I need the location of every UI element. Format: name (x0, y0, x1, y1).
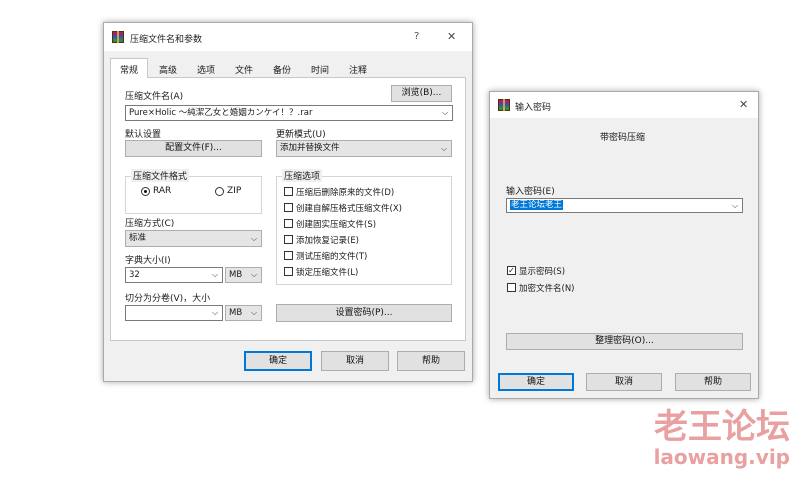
encrypt-filenames-checkbox[interactable] (507, 283, 516, 292)
tab-comment[interactable]: 注释 (340, 61, 376, 76)
chevron-down-icon: ⌵ (730, 199, 740, 212)
winrar-icon (112, 31, 124, 43)
chevron-down-icon: ⌵ (250, 308, 258, 317)
chevron-down-icon: ⌵ (440, 144, 448, 153)
rar-radio[interactable] (141, 187, 150, 196)
watermark-title: 老王论坛 (654, 407, 790, 447)
update-mode-label: 更新模式(U) (276, 130, 326, 140)
tab-strip: 常规 高级 选项 文件 备份 时间 注释 (110, 58, 466, 78)
dialog-title: 压缩文件名和参数 (130, 35, 203, 45)
organize-passwords-button[interactable]: 整理密码(O)... (506, 333, 743, 350)
archive-options-title: 压缩选项 (282, 169, 323, 182)
split-unit-value: MB (229, 308, 243, 318)
archive-format-title: 压缩文件格式 (131, 169, 190, 182)
password-combo[interactable]: 老王论坛老王 ⌵ (506, 198, 743, 213)
recovery-record-checkbox[interactable] (284, 235, 293, 244)
lock-archive-label: 锁定压缩文件(L) (296, 268, 359, 278)
password-label: 输入密码(E) (506, 187, 555, 197)
help-button[interactable]: 帮助 (675, 373, 751, 391)
archive-name-combo[interactable]: Pure×Holic ～純潔乙女と婚姻カンケイ！？.rar ⌵ (125, 105, 453, 121)
dictionary-size-label: 字典大小(I) (125, 256, 171, 266)
chevron-down-icon: ⌵ (250, 270, 258, 279)
zip-radio[interactable] (215, 187, 224, 196)
chevron-down-icon: ⌵ (211, 270, 219, 279)
default-settings-label: 默认设置 (125, 130, 162, 140)
tab-general[interactable]: 常规 (110, 58, 148, 78)
watermark: 老王论坛 laowang.vip (640, 408, 790, 468)
encrypt-filenames-label: 加密文件名(N) (519, 284, 575, 294)
split-unit-select[interactable]: MB ⌵ (225, 305, 262, 321)
delete-after-label: 压缩后删除原来的文件(D) (296, 188, 395, 198)
dictionary-size-value: 32 (129, 270, 140, 280)
ok-button[interactable]: 确定 (498, 373, 574, 391)
dictionary-unit-value: MB (229, 270, 243, 280)
tab-options[interactable]: 选项 (188, 61, 224, 76)
password-heading: 带密码压缩 (600, 133, 646, 143)
update-mode-value: 添加并替换文件 (280, 143, 340, 153)
update-mode-select[interactable]: 添加并替换文件 ⌵ (276, 140, 452, 157)
archive-params-dialog: 压缩文件名和参数 ? ✕ 常规 高级 选项 文件 备份 时间 注释 压缩文件名(… (103, 22, 473, 382)
chevron-down-icon: ⌵ (440, 106, 450, 120)
cancel-button[interactable]: 取消 (321, 351, 389, 371)
help-button[interactable]: 帮助 (397, 351, 465, 371)
archive-name-label: 压缩文件名(A) (125, 92, 184, 102)
recovery-record-label: 添加恢复记录(E) (296, 236, 360, 246)
solid-checkbox[interactable] (284, 219, 293, 228)
solid-label: 创建固实压缩文件(S) (296, 220, 377, 230)
show-password-checkbox[interactable]: ✓ (507, 266, 516, 275)
zip-radio-label: ZIP (227, 186, 242, 196)
split-size-combo[interactable]: ⌵ (125, 305, 223, 321)
title-bar: 输入密码 ✕ (490, 92, 758, 118)
profiles-button[interactable]: 配置文件(F)... (125, 140, 262, 157)
dictionary-unit-select[interactable]: MB ⌵ (225, 267, 262, 283)
dictionary-size-combo[interactable]: 32 ⌵ (125, 267, 223, 283)
tab-advanced[interactable]: 高级 (150, 61, 186, 76)
set-password-button[interactable]: 设置密码(P)... (276, 304, 452, 322)
lock-archive-checkbox[interactable] (284, 267, 293, 276)
password-value: 老王论坛老王 (510, 200, 564, 210)
test-files-checkbox[interactable] (284, 251, 293, 260)
split-volumes-label: 切分为分卷(V)，大小 (125, 294, 211, 304)
compression-method-label: 压缩方式(C) (125, 219, 175, 229)
tab-backup[interactable]: 备份 (264, 61, 300, 76)
sfx-label: 创建自解压格式压缩文件(X) (296, 204, 402, 214)
rar-radio-label: RAR (153, 186, 172, 196)
tab-files[interactable]: 文件 (226, 61, 262, 76)
compression-method-value: 标准 (129, 233, 147, 243)
tab-time[interactable]: 时间 (302, 61, 338, 76)
test-files-label: 测试压缩的文件(T) (296, 252, 368, 262)
watermark-url: laowang.vip (653, 445, 790, 469)
close-icon[interactable]: ✕ (739, 98, 748, 111)
title-bar: 压缩文件名和参数 ? ✕ (104, 23, 472, 51)
dialog-title: 输入密码 (515, 103, 552, 113)
chevron-down-icon: ⌵ (211, 308, 219, 317)
enter-password-dialog: 输入密码 ✕ 带密码压缩 输入密码(E) 老王论坛老王 ⌵ ✓ 显示密码(S) … (489, 91, 759, 399)
chevron-down-icon: ⌵ (250, 234, 258, 243)
archive-name-value: Pure×Holic ～純潔乙女と婚姻カンケイ！？.rar (129, 108, 313, 118)
help-icon[interactable]: ? (414, 31, 419, 42)
delete-after-checkbox[interactable] (284, 187, 293, 196)
browse-button[interactable]: 浏览(B)... (391, 85, 452, 102)
cancel-button[interactable]: 取消 (586, 373, 662, 391)
show-password-label: 显示密码(S) (519, 267, 566, 277)
ok-button[interactable]: 确定 (244, 351, 312, 371)
compression-method-select[interactable]: 标准 ⌵ (125, 230, 262, 247)
sfx-checkbox[interactable] (284, 203, 293, 212)
winrar-icon (498, 99, 510, 111)
close-icon[interactable]: ✕ (447, 30, 456, 43)
